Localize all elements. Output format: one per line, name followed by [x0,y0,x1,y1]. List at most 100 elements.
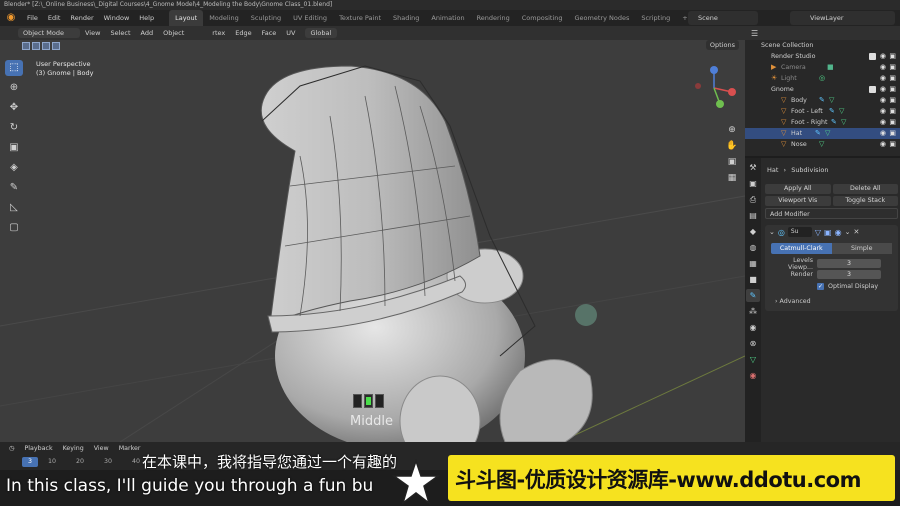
toggle-stack-button[interactable]: Toggle Stack [832,196,898,206]
outliner-row[interactable]: ▽ Nose ▽ ◉ ▣ [745,139,900,150]
render-camera-icon[interactable]: ▣ [889,73,896,84]
blender-logo-icon[interactable]: ◉ [4,11,18,25]
viewport-menu-edge[interactable]: Edge [230,29,256,37]
eye-icon[interactable]: ◉ [880,51,886,62]
timeline-menu-marker[interactable]: Marker [114,445,146,452]
tab-geometry-nodes[interactable]: Geometry Nodes [569,10,636,26]
tool-tab-icon[interactable]: ⚒ [746,161,760,174]
transform-tool-icon[interactable]: ◈ [5,160,23,176]
edit-mode-toggle-icon[interactable]: ▽ [815,228,821,237]
pan-hand-icon[interactable]: ✋ [726,140,738,152]
render-camera-icon[interactable]: ▣ [889,62,896,73]
outliner-row[interactable]: Scene Collection [745,40,900,51]
timeline-menu-view[interactable]: View [89,445,114,452]
navigation-gizmo[interactable] [690,64,738,112]
eye-icon[interactable]: ◉ [880,106,886,117]
catmull-clark-button[interactable]: Catmull-Clark [771,243,832,254]
eye-icon[interactable]: ◉ [880,139,886,150]
optimal-display-row[interactable]: ✓ Optimal Display [817,283,898,290]
collapse-chevron-icon[interactable]: ⌄ [769,228,775,236]
delete-all-button[interactable]: Delete All [832,184,898,194]
add-modifier-dropdown[interactable]: Add Modifier [765,208,898,219]
modifier-name-field[interactable]: Su [787,227,812,237]
menu-render[interactable]: Render [65,10,98,26]
camera-view-icon[interactable]: ▣ [726,156,738,168]
tab-layout[interactable]: Layout [169,10,204,26]
select-mode-new-icon[interactable] [22,42,30,50]
modifier-tab-icon[interactable]: ✎ [746,289,760,302]
tab-modeling[interactable]: Modeling [203,10,245,26]
checkbox-icon[interactable] [869,53,876,60]
zoom-icon[interactable]: ⊕ [726,124,738,136]
annotate-tool-icon[interactable]: ✎ [5,180,23,196]
eye-icon[interactable]: ◉ [880,73,886,84]
render-camera-icon[interactable]: ▣ [889,51,896,62]
viewport-menu-vertex[interactable]: rtex [207,29,230,37]
render-toggle-icon[interactable]: ◉ [835,228,842,237]
object-tab-icon[interactable]: ■ [746,273,760,286]
measure-tool-icon[interactable]: ◺ [5,200,23,216]
outliner-row[interactable]: ▽ Foot - Right ✎ ▽ ◉ ▣ [745,117,900,128]
current-frame-indicator[interactable]: 3 [22,457,38,467]
render-camera-icon[interactable]: ▣ [889,139,896,150]
3d-viewport[interactable]: Object Mode View Select Add Object rtex … [0,26,745,442]
apply-all-button[interactable]: Apply All [765,184,831,194]
tab-scripting[interactable]: Scripting [635,10,676,26]
viewport-menu-select[interactable]: Select [105,29,135,37]
render-camera-icon[interactable]: ▣ [889,117,896,128]
simple-button[interactable]: Simple [831,243,892,254]
material-tab-icon[interactable]: ◉ [746,369,760,382]
outliner-filter-icon[interactable]: ☰ [751,29,758,38]
timeline-menu-keying[interactable]: Keying [58,445,89,452]
select-mode-extend-icon[interactable] [32,42,40,50]
select-mode-intersect-icon[interactable] [52,42,60,50]
select-mode-subtract-icon[interactable] [42,42,50,50]
outliner-row[interactable]: ▽ Body ✎ ▽ ◉ ▣ [745,95,900,106]
grid-toggle-icon[interactable]: ▦ [726,172,738,184]
rotate-tool-icon[interactable]: ↻ [5,120,23,136]
select-box-tool-icon[interactable]: ⬚ [5,60,23,76]
viewport-menu-object[interactable]: Object [158,29,189,37]
scene-selector[interactable]: Scene [688,11,758,25]
optimal-display-checkbox[interactable]: ✓ [817,283,824,290]
advanced-subpanel[interactable]: › Advanced [775,298,898,305]
tab-uv-editing[interactable]: UV Editing [287,10,333,26]
cursor-tool-icon[interactable]: ⊕ [5,80,23,96]
outliner-row[interactable]: ▽ Hat ✎ ▽ ◉ ▣ [745,128,900,139]
outliner-row[interactable]: ▶ Camera ■ ◉ ▣ [745,62,900,73]
output-tab-icon[interactable]: ⎙ [746,193,760,206]
world-tab-icon[interactable]: ◍ [746,241,760,254]
viewport-vis-button[interactable]: Viewport Vis [765,196,831,206]
viewport-menu-uv[interactable]: UV [281,29,300,37]
move-tool-icon[interactable]: ✥ [5,100,23,116]
render-levels-field[interactable]: 3 [817,270,881,279]
render-camera-icon[interactable]: ▣ [889,128,896,139]
viewport-menu-add[interactable]: Add [136,29,159,37]
tab-rendering[interactable]: Rendering [471,10,516,26]
menu-window[interactable]: Window [99,10,135,26]
viewport-menu-face[interactable]: Face [257,29,282,37]
render-camera-icon[interactable]: ▣ [889,106,896,117]
tab-compositing[interactable]: Compositing [516,10,569,26]
outliner-row[interactable]: Render Studio ◉ ▣ [745,51,900,62]
scene-tab-icon[interactable]: ◆ [746,225,760,238]
data-tab-icon[interactable]: ▽ [746,353,760,366]
levels-viewport-field[interactable]: 3 [817,259,881,268]
tab-shading[interactable]: Shading [387,10,425,26]
menu-file[interactable]: File [22,10,43,26]
menu-edit[interactable]: Edit [43,10,66,26]
outliner-row[interactable]: ▽ Foot - Left ✎ ▽ ◉ ▣ [745,106,900,117]
collection-tab-icon[interactable]: ▦ [746,257,760,270]
view-layer-tab-icon[interactable]: ▤ [746,209,760,222]
eye-icon[interactable]: ◉ [880,128,886,139]
add-cube-tool-icon[interactable]: ▢ [5,220,23,236]
eye-icon[interactable]: ◉ [880,84,886,95]
tab-texture-paint[interactable]: Texture Paint [333,10,387,26]
modifier-close-icon[interactable]: ✕ [853,228,859,236]
menu-help[interactable]: Help [134,10,159,26]
outliner-row[interactable]: ☀ Light ◎ ◉ ▣ [745,73,900,84]
render-tab-icon[interactable]: ▣ [746,177,760,190]
mode-selector[interactable]: Object Mode [18,28,80,38]
eye-icon[interactable]: ◉ [880,95,886,106]
view-layer-selector[interactable]: ViewLayer [790,11,895,25]
